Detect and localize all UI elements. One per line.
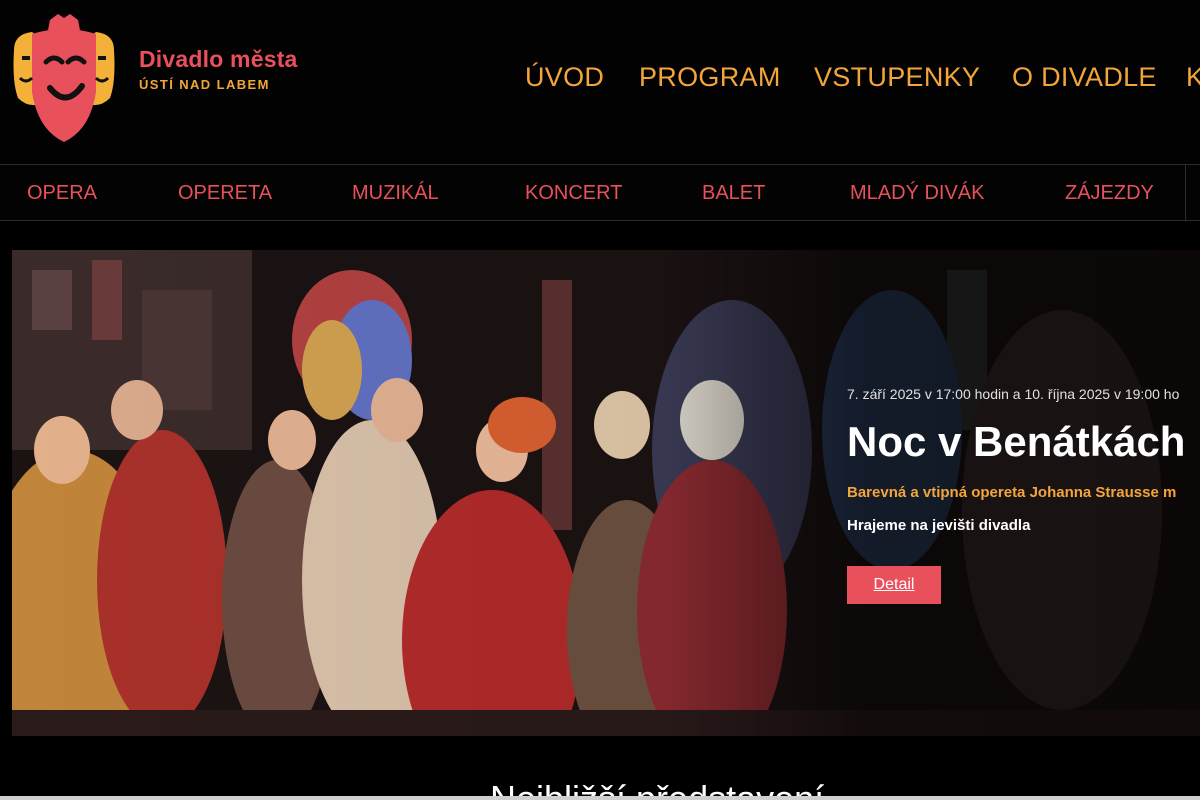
theatre-mask-logo-icon: [13, 14, 115, 142]
category-opera[interactable]: OPERA: [27, 182, 97, 205]
hero-banner: 7. září 2025 v 17:00 hodin a 10. října 2…: [12, 250, 1200, 736]
detail-button[interactable]: Detail: [847, 566, 941, 604]
nav-item-k[interactable]: K: [1186, 62, 1200, 93]
brand-subtitle: ÚSTÍ NAD LABEM: [139, 77, 270, 92]
category-opereta[interactable]: OPERETA: [178, 182, 272, 205]
category-balet[interactable]: BALET: [702, 182, 765, 205]
nav-item-uvod[interactable]: ÚVOD: [525, 62, 604, 93]
category-zajezdy[interactable]: ZÁJEZDY: [1065, 182, 1154, 205]
hero-venue: Hrajeme na jevišti divadla: [847, 517, 1031, 534]
category-koncert[interactable]: KONCERT: [525, 182, 622, 205]
nav-item-program[interactable]: PROGRAM: [639, 62, 781, 93]
hero-description: Barevná a vtipná opereta Johanna Strauss…: [847, 484, 1177, 501]
nav-item-vstupenky[interactable]: VSTUPENKY: [814, 62, 980, 93]
category-nav: OPERA OPERETA MUZIKÁL KONCERT BALET MLAD…: [0, 164, 1200, 222]
hero-title[interactable]: Noc v Benátkách: [847, 418, 1200, 466]
hero-content: 7. září 2025 v 17:00 hodin a 10. října 2…: [847, 386, 1200, 604]
nav-divider: [1185, 165, 1186, 222]
nav-item-o-divadle[interactable]: O DIVADLE: [1012, 62, 1157, 93]
brand: Divadlo města ÚSTÍ NAD LABEM: [139, 46, 298, 92]
category-muzikal[interactable]: MUZIKÁL: [352, 182, 439, 205]
category-mlady-divak[interactable]: MLADÝ DIVÁK: [850, 182, 984, 205]
horizontal-scrollbar[interactable]: [0, 796, 1200, 800]
brand-title[interactable]: Divadlo města: [139, 46, 298, 73]
hero-date: 7. září 2025 v 17:00 hodin a 10. října 2…: [847, 386, 1180, 402]
site-header: Divadlo města ÚSTÍ NAD LABEM ÚVOD PROGRA…: [0, 0, 1200, 164]
